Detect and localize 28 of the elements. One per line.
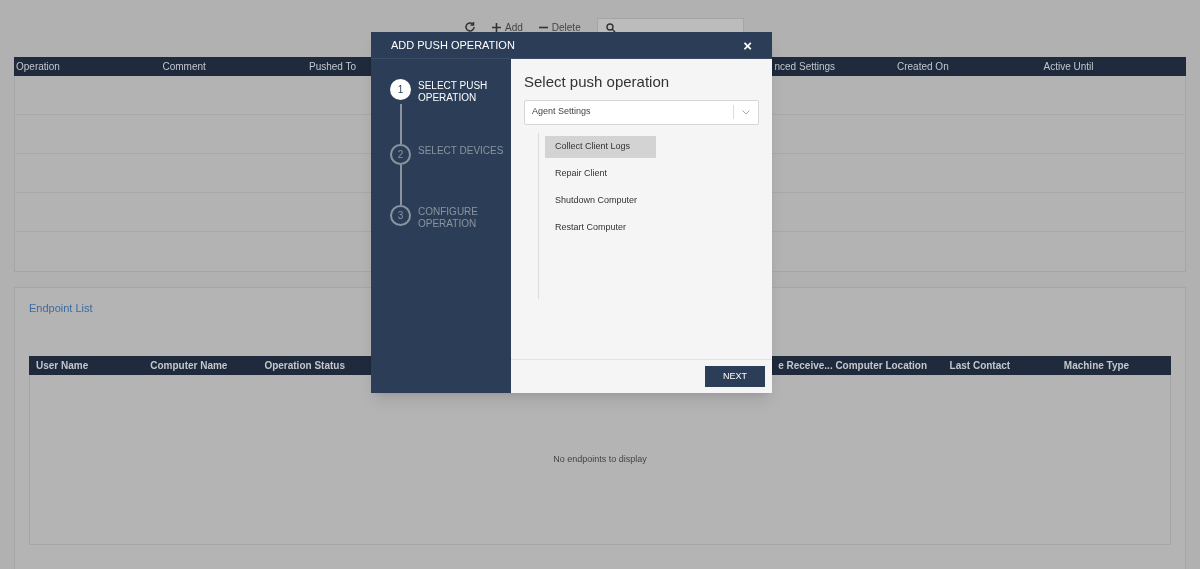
column-header: Created On — [896, 60, 950, 74]
section-heading: Select push operation — [524, 72, 671, 92]
category-dropdown[interactable]: Agent Settings — [524, 99, 759, 125]
operation-item[interactable]: Collect Client Logs — [545, 135, 656, 158]
column-header: Active Until — [1042, 60, 1095, 74]
chevron-down-icon — [742, 109, 750, 115]
column-header: Computer Name — [149, 359, 229, 373]
wizard-step[interactable]: 1 SELECT PUSH OPERATION — [390, 79, 511, 104]
operation-item[interactable]: Repair Client — [545, 162, 656, 185]
operation-item[interactable]: Restart Computer — [545, 216, 656, 239]
column-header: Pushed To — [308, 60, 358, 74]
next-button[interactable]: NEXT — [705, 366, 765, 387]
column-header: Machine Type — [1062, 359, 1131, 373]
wizard-step[interactable]: 2 SELECT DEVICES — [390, 144, 511, 165]
column-header: User Name — [35, 359, 90, 373]
column-header: Last Contact — [948, 359, 1012, 373]
dialog-title: ADD PUSH OPERATION — [391, 37, 515, 53]
operation-item[interactable]: Shutdown Computer — [545, 189, 656, 212]
search-icon — [605, 23, 616, 33]
empty-message: No endpoints to display — [553, 452, 647, 466]
column-header: Operation Status — [263, 359, 346, 373]
column-header: Comment — [161, 60, 207, 74]
refresh-icon — [464, 21, 476, 33]
column-header: nced Settings — [773, 60, 837, 74]
panel-title: Endpoint List — [29, 301, 94, 316]
wizard-step[interactable]: 3 CONFIGURE OPERATION — [390, 205, 511, 230]
column-header: Operation — [15, 60, 61, 74]
close-button[interactable]: × — [743, 37, 752, 53]
